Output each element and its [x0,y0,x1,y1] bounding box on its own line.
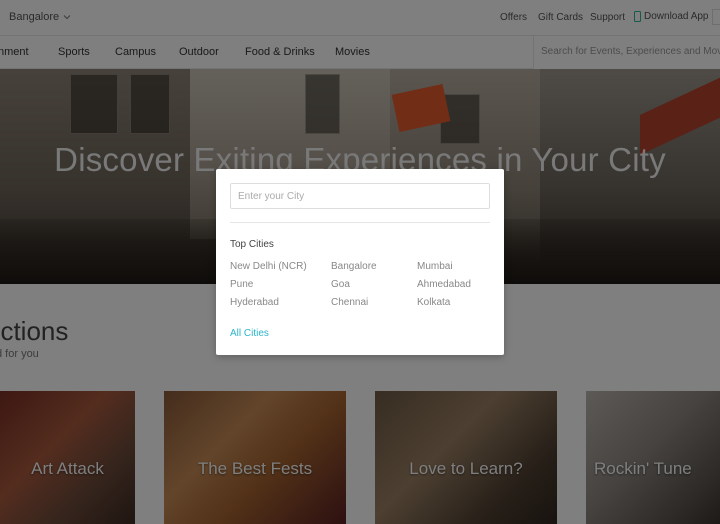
city-option[interactable]: Bangalore [331,261,377,272]
modal-divider [230,222,490,223]
city-option[interactable]: Pune [230,279,253,290]
city-option[interactable]: Hyderabad [230,297,279,308]
city-search-input[interactable] [230,183,490,209]
city-option[interactable]: New Delhi (NCR) [230,261,307,272]
all-cities-link[interactable]: All Cities [230,328,269,339]
city-select-modal: Top Cities New Delhi (NCR) Bangalore Mum… [216,169,504,355]
city-option[interactable]: Chennai [331,297,368,308]
city-option[interactable]: Goa [331,279,350,290]
city-option[interactable]: Kolkata [417,297,450,308]
city-option[interactable]: Ahmedabad [417,279,471,290]
city-option[interactable]: Mumbai [417,261,453,272]
top-cities-heading: Top Cities [230,239,274,250]
